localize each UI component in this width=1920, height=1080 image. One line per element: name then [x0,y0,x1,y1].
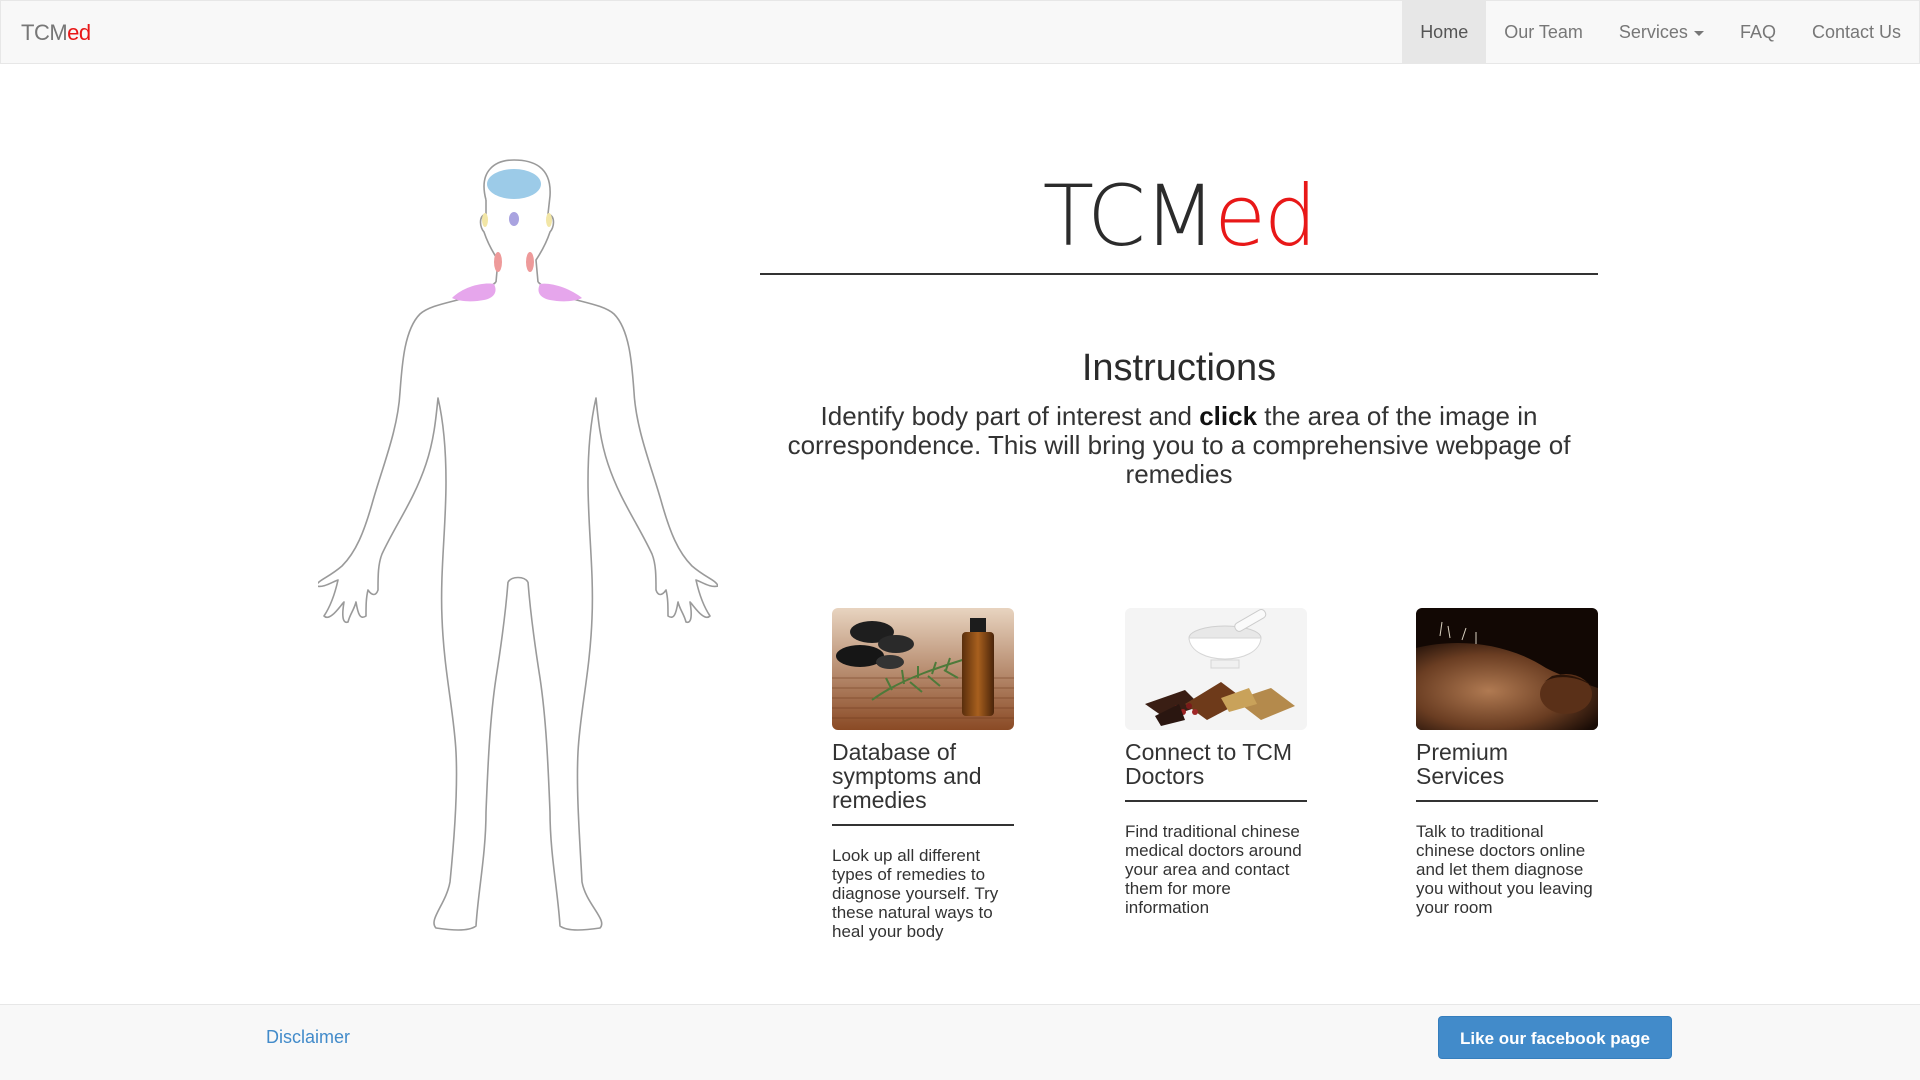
body-outline-right [527,281,718,931]
body-outline-crotch [507,576,529,583]
brand-prefix: TCM [21,20,68,45]
instructions-text-before: Identify body part of interest and [820,401,1200,431]
hero-title: TCMed [760,174,1598,258]
hero-title-prefix: TCM [1042,167,1217,265]
ear-left-region[interactable] [482,213,488,227]
card-text-premium: Talk to traditional chinese doctors onli… [1416,822,1593,917]
hero-divider [760,273,1598,275]
nav-menu: Home Our Team Services FAQ Contact Us [1402,1,1919,63]
shoulder-right-region[interactable] [538,283,582,302]
body-outline-left [318,281,509,931]
nav-item-contact-us[interactable]: Contact Us [1794,1,1919,63]
brain-region[interactable] [487,169,541,199]
nav-item-our-team[interactable]: Our Team [1486,1,1601,63]
throat-left-region[interactable] [494,252,502,272]
instructions-text-bold: click [1199,401,1258,431]
nav-item-contact-us-label: Contact Us [1811,22,1901,42]
navbar: TCMed Home Our Team Services FAQ Contact… [0,0,1920,64]
instructions-heading: Instructions [1081,347,1277,389]
acupuncture-image[interactable] [1416,608,1598,730]
nav-item-faq[interactable]: FAQ [1722,1,1794,63]
shoulder-left-region[interactable] [452,283,496,302]
hero-title-accent: ed [1214,167,1317,265]
instructions-text: Identify body part of interest and click… [760,402,1598,489]
body-outline-head-left [479,200,499,283]
card-title-database[interactable]: Database of symptoms and remedies [832,740,1014,826]
chevron-down-icon [1693,30,1704,36]
facebook-like-button[interactable]: Like our facebook page [1438,1016,1672,1059]
nav-item-home-label: Home [1420,22,1469,42]
nav-item-services-label: Services [1618,22,1688,42]
nav-item-home[interactable]: Home [1402,1,1487,63]
body-map-figure[interactable] [318,152,718,972]
throat-right-region[interactable] [526,252,534,272]
nose-region[interactable] [509,212,519,226]
feature-card-premium: Premium Services Talk to traditional chi… [1416,608,1598,917]
brand-logo[interactable]: TCMed [21,20,91,46]
nav-item-faq-label: FAQ [1739,22,1776,42]
feature-card-doctors: Connect to TCM Doctors Find traditional … [1125,608,1307,917]
remedies-image[interactable] [832,608,1014,730]
nav-item-our-team-label: Our Team [1504,22,1583,42]
card-text-database: Look up all different types of remedies … [832,846,999,941]
ear-right-region[interactable] [546,213,552,227]
brand-accent: ed [67,20,91,45]
card-text-doctors: Find traditional chinese medical doctors… [1125,822,1302,917]
nav-item-services[interactable]: Services [1601,1,1722,63]
herbs-mortar-image[interactable] [1125,608,1307,730]
disclaimer-link[interactable]: Disclaimer [266,1027,350,1048]
card-title-premium[interactable]: Premium Services [1416,740,1598,802]
card-title-doctors[interactable]: Connect to TCM Doctors [1125,740,1307,802]
feature-card-database: Database of symptoms and remedies Look u… [832,608,1014,941]
footer: Disclaimer Like our facebook page [0,1004,1920,1080]
